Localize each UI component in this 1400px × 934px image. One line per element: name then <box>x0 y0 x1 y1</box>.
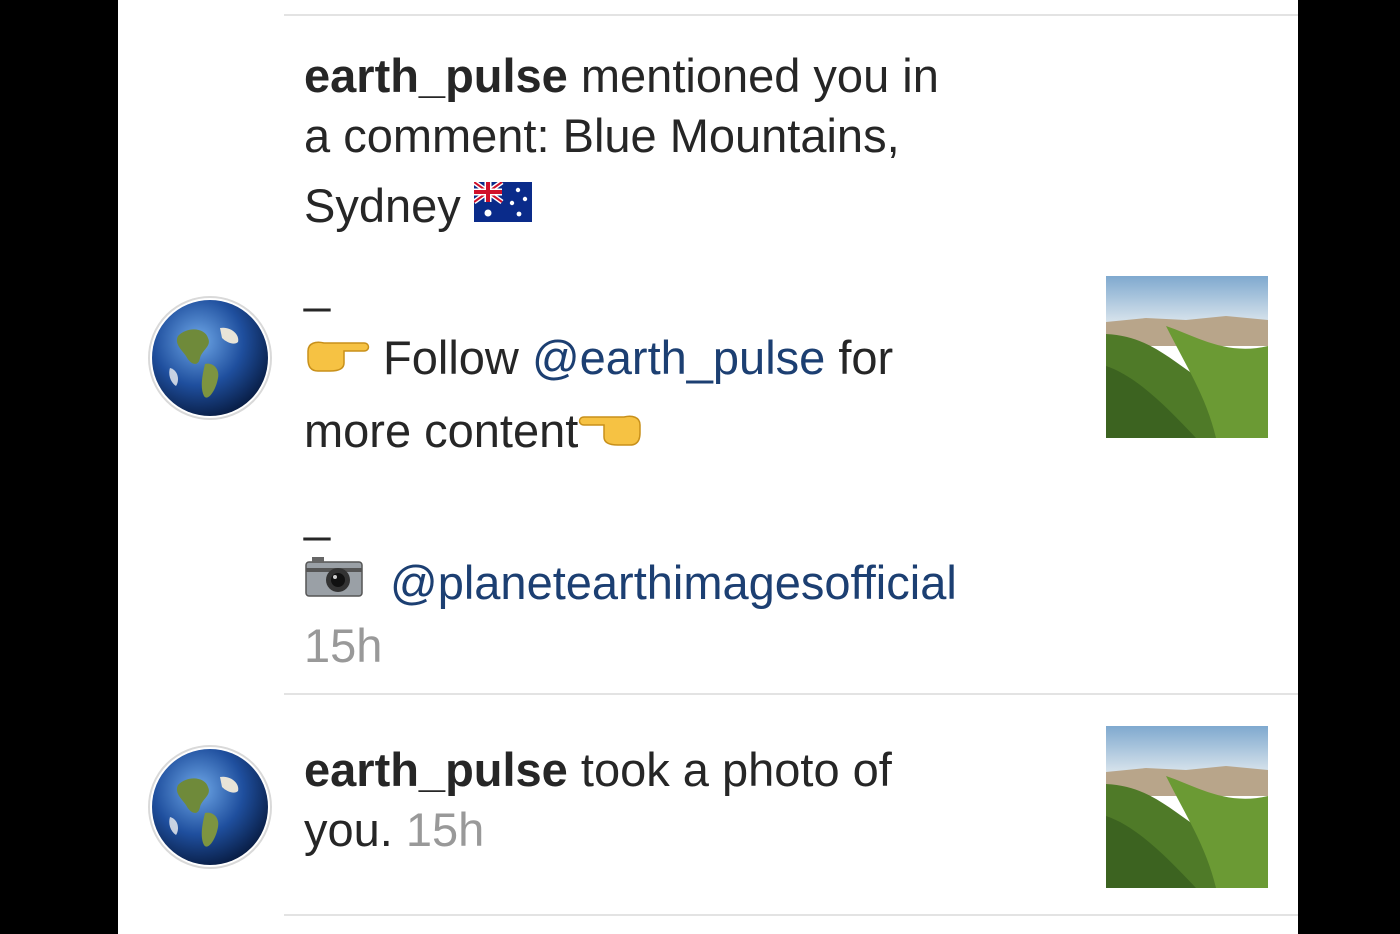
pointing-left-icon <box>578 401 644 461</box>
mountain-photo <box>1106 276 1268 438</box>
follow-suffix: for <box>825 330 894 384</box>
timestamp: 15h <box>405 803 485 856</box>
avatar-earth-pulse[interactable] <box>148 296 272 420</box>
more-content-text: more content <box>304 404 579 458</box>
divider <box>284 914 1298 916</box>
notification-text: earth_pulse mentioned you in a comment: … <box>304 46 1084 676</box>
mention-link[interactable]: @earth_pulse <box>532 331 825 384</box>
action-text: you. <box>304 803 406 856</box>
dash: _ <box>304 258 331 312</box>
post-thumbnail[interactable] <box>1106 276 1268 438</box>
pointing-right-icon <box>304 327 370 387</box>
earth-globe-icon <box>152 749 268 865</box>
australia-flag-icon <box>472 176 532 236</box>
notification-text: earth_pulse took a photo of you. 15h <box>304 740 1084 860</box>
username-link[interactable]: earth_pulse <box>304 743 568 796</box>
username-link[interactable]: earth_pulse <box>304 49 568 102</box>
divider <box>284 14 1298 16</box>
action-text: took a photo of <box>567 743 892 796</box>
dash: _ <box>304 487 331 541</box>
avatar-earth-pulse[interactable] <box>148 745 272 869</box>
timestamp: 15h <box>304 619 383 673</box>
camera-icon <box>304 552 364 612</box>
earth-globe-icon <box>152 300 268 416</box>
action-text: mentioned you in <box>567 49 939 102</box>
mountain-photo <box>1106 726 1268 888</box>
activity-feed: earth_pulse mentioned you in a comment: … <box>118 0 1298 934</box>
mention-link[interactable]: @planetearthimagesofficial <box>390 556 957 609</box>
post-thumbnail[interactable] <box>1106 726 1268 888</box>
divider <box>284 693 1298 695</box>
comment-line: a comment: Blue Mountains, <box>304 109 900 162</box>
comment-line: Sydney <box>304 179 474 232</box>
follow-prefix: Follow <box>370 330 532 384</box>
